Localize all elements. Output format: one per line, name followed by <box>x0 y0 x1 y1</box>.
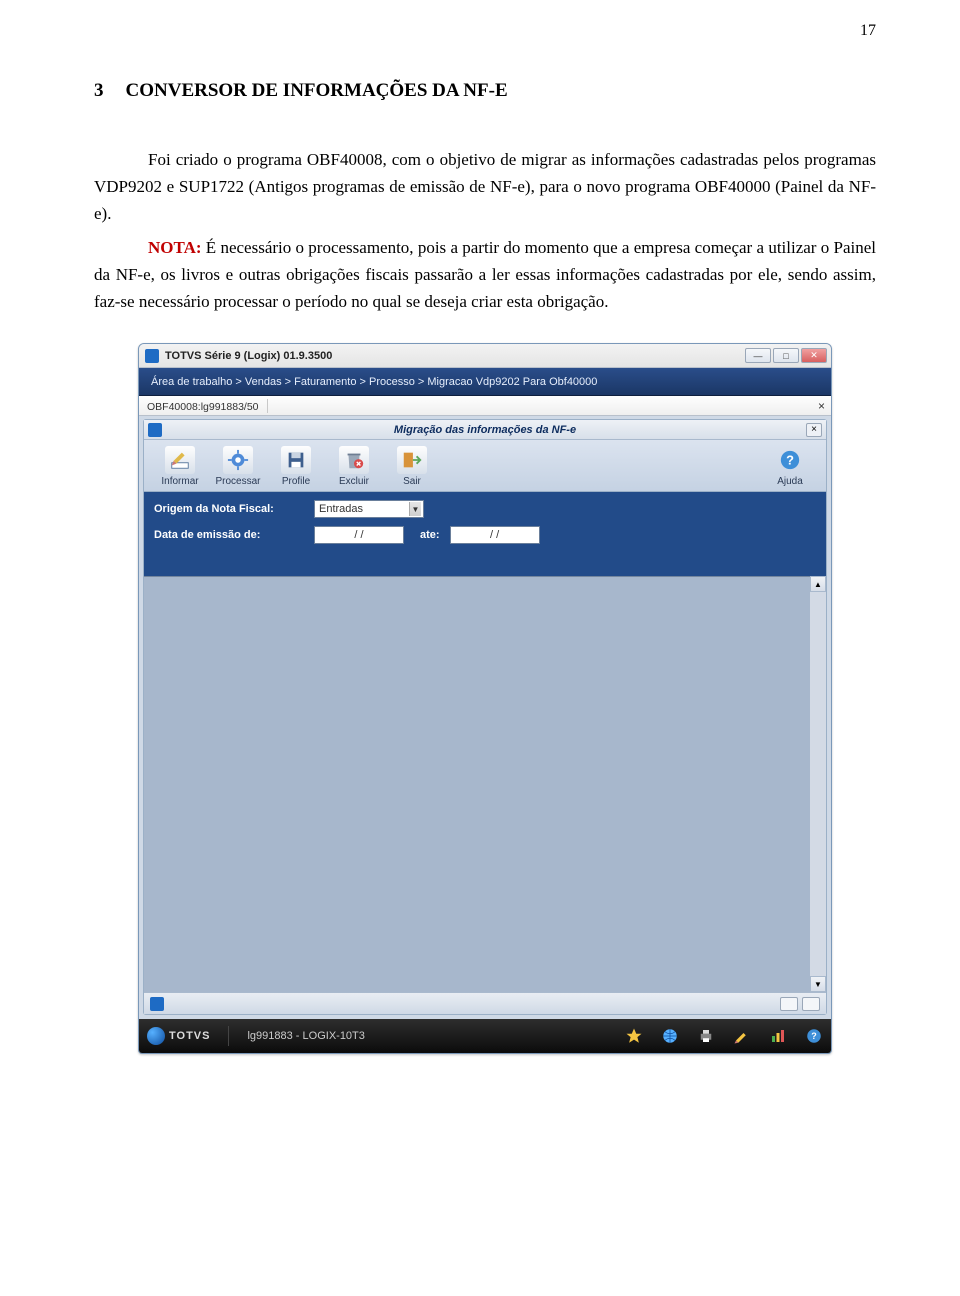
window-controls: — □ ✕ <box>745 348 831 363</box>
data-emissao-label: Data de emissão de: <box>154 529 304 541</box>
form-area: Origem da Nota Fiscal: Entradas ▼ Data d… <box>144 492 826 576</box>
excluir-button[interactable]: Excluir <box>326 444 382 489</box>
svg-text:?: ? <box>786 453 794 468</box>
paragraph-1: Foi criado o programa OBF40008, com o ob… <box>94 146 876 228</box>
sair-button[interactable]: Sair <box>384 444 440 489</box>
paragraph-2-body: É necessário o processamento, pois a par… <box>94 238 876 311</box>
pencil-icon <box>165 446 195 474</box>
inner-title-text: Migração das informações da NF-e <box>394 424 576 436</box>
excluir-label: Excluir <box>339 476 369 487</box>
statusbar-logo-icon <box>150 997 164 1011</box>
sair-label: Sair <box>403 476 421 487</box>
star-icon[interactable] <box>625 1027 643 1045</box>
chart-icon[interactable] <box>769 1027 787 1045</box>
profile-label: Profile <box>282 476 310 487</box>
ate-label: ate: <box>420 529 440 541</box>
printer-icon[interactable] <box>697 1027 715 1045</box>
taskbar: TOTVS lg991883 - LOGIX-10T3 ? <box>139 1019 831 1053</box>
row-origem: Origem da Nota Fiscal: Entradas ▼ <box>154 500 816 518</box>
ajuda-label: Ajuda <box>777 476 803 487</box>
processar-label: Processar <box>215 476 260 487</box>
data-de-value: / / <box>354 529 363 541</box>
app-screenshot: TOTVS Série 9 (Logix) 01.9.3500 — □ ✕ Ár… <box>94 343 876 1054</box>
statusbar-icon-1[interactable] <box>780 997 798 1011</box>
row-data: Data de emissão de: / / ate: / / <box>154 526 816 544</box>
gear-icon <box>223 446 253 474</box>
nota-label: NOTA: <box>148 238 202 257</box>
taskbar-icons: ? <box>625 1027 823 1045</box>
ajuda-button[interactable]: ? Ajuda <box>762 444 818 489</box>
app-logo-icon <box>145 349 159 363</box>
exit-icon <box>397 446 427 474</box>
data-ate-input[interactable]: / / <box>450 526 540 544</box>
processar-button[interactable]: Processar <box>210 444 266 489</box>
breadcrumb-bar: Área de trabalho > Vendas > Faturamento … <box>139 368 831 396</box>
tab-active[interactable]: OBF40008:lg991883/50 <box>139 399 268 413</box>
heading-title: CONVERSOR DE INFORMAÇÕES DA NF-E <box>126 80 508 101</box>
toolbar: Informar Processar Profile <box>144 440 826 492</box>
document-content: 3 CONVERSOR DE INFORMAÇÕES DA NF-E Foi cr… <box>0 0 960 1054</box>
origem-label: Origem da Nota Fiscal: <box>154 503 304 515</box>
close-button[interactable]: ✕ <box>801 348 827 363</box>
data-de-input[interactable]: / / <box>314 526 404 544</box>
inner-logo-icon <box>148 423 162 437</box>
taskbar-session: lg991883 - LOGIX-10T3 <box>247 1030 364 1042</box>
heading-number: 3 <box>94 80 104 102</box>
statusbar-icon-2[interactable] <box>802 997 820 1011</box>
origem-select[interactable]: Entradas ▼ <box>314 500 424 518</box>
inner-titlebar: Migração das informações da NF-e × <box>144 420 826 440</box>
totvs-logo-icon <box>147 1027 165 1045</box>
inner-close-button[interactable]: × <box>806 423 822 437</box>
taskbar-logo[interactable]: TOTVS <box>147 1027 210 1045</box>
help-taskbar-icon[interactable]: ? <box>805 1027 823 1045</box>
svg-text:?: ? <box>811 1031 817 1041</box>
paragraph-2: NOTA: É necessário o processamento, pois… <box>94 234 876 316</box>
minimize-button[interactable]: — <box>745 348 771 363</box>
scroll-down-icon[interactable]: ▼ <box>810 976 826 992</box>
floppy-icon <box>281 446 311 474</box>
section-heading: 3 CONVERSOR DE INFORMAÇÕES DA NF-E <box>94 80 876 102</box>
tab-strip: OBF40008:lg991883/50 × <box>139 396 831 416</box>
taskbar-brand: TOTVS <box>169 1030 210 1042</box>
trash-icon <box>339 446 369 474</box>
app-window: TOTVS Série 9 (Logix) 01.9.3500 — □ ✕ Ár… <box>138 343 832 1054</box>
informar-button[interactable]: Informar <box>152 444 208 489</box>
globe-icon[interactable] <box>661 1027 679 1045</box>
origem-value: Entradas <box>319 503 363 515</box>
profile-button[interactable]: Profile <box>268 444 324 489</box>
chevron-down-icon: ▼ <box>409 502 421 516</box>
vertical-scrollbar[interactable]: ▲ ▼ <box>810 576 826 992</box>
informar-label: Informar <box>161 476 198 487</box>
taskbar-separator <box>228 1026 229 1046</box>
scroll-track[interactable] <box>810 592 826 976</box>
inner-window: Migração das informações da NF-e × Infor… <box>143 419 827 1015</box>
maximize-button[interactable]: □ <box>773 348 799 363</box>
pencil-taskbar-icon[interactable] <box>733 1027 751 1045</box>
page-number: 17 <box>860 22 876 40</box>
window-titlebar: TOTVS Série 9 (Logix) 01.9.3500 — □ ✕ <box>139 344 831 368</box>
tab-close-icon[interactable]: × <box>818 399 831 413</box>
help-icon: ? <box>775 446 805 474</box>
breadcrumb-text: Área de trabalho > Vendas > Faturamento … <box>151 376 597 388</box>
scroll-area: ▲ ▼ <box>144 576 826 992</box>
data-ate-value: / / <box>490 529 499 541</box>
empty-panel <box>144 576 810 992</box>
scroll-up-icon[interactable]: ▲ <box>810 576 826 592</box>
inner-statusbar <box>144 992 826 1014</box>
window-title: TOTVS Série 9 (Logix) 01.9.3500 <box>165 350 332 362</box>
